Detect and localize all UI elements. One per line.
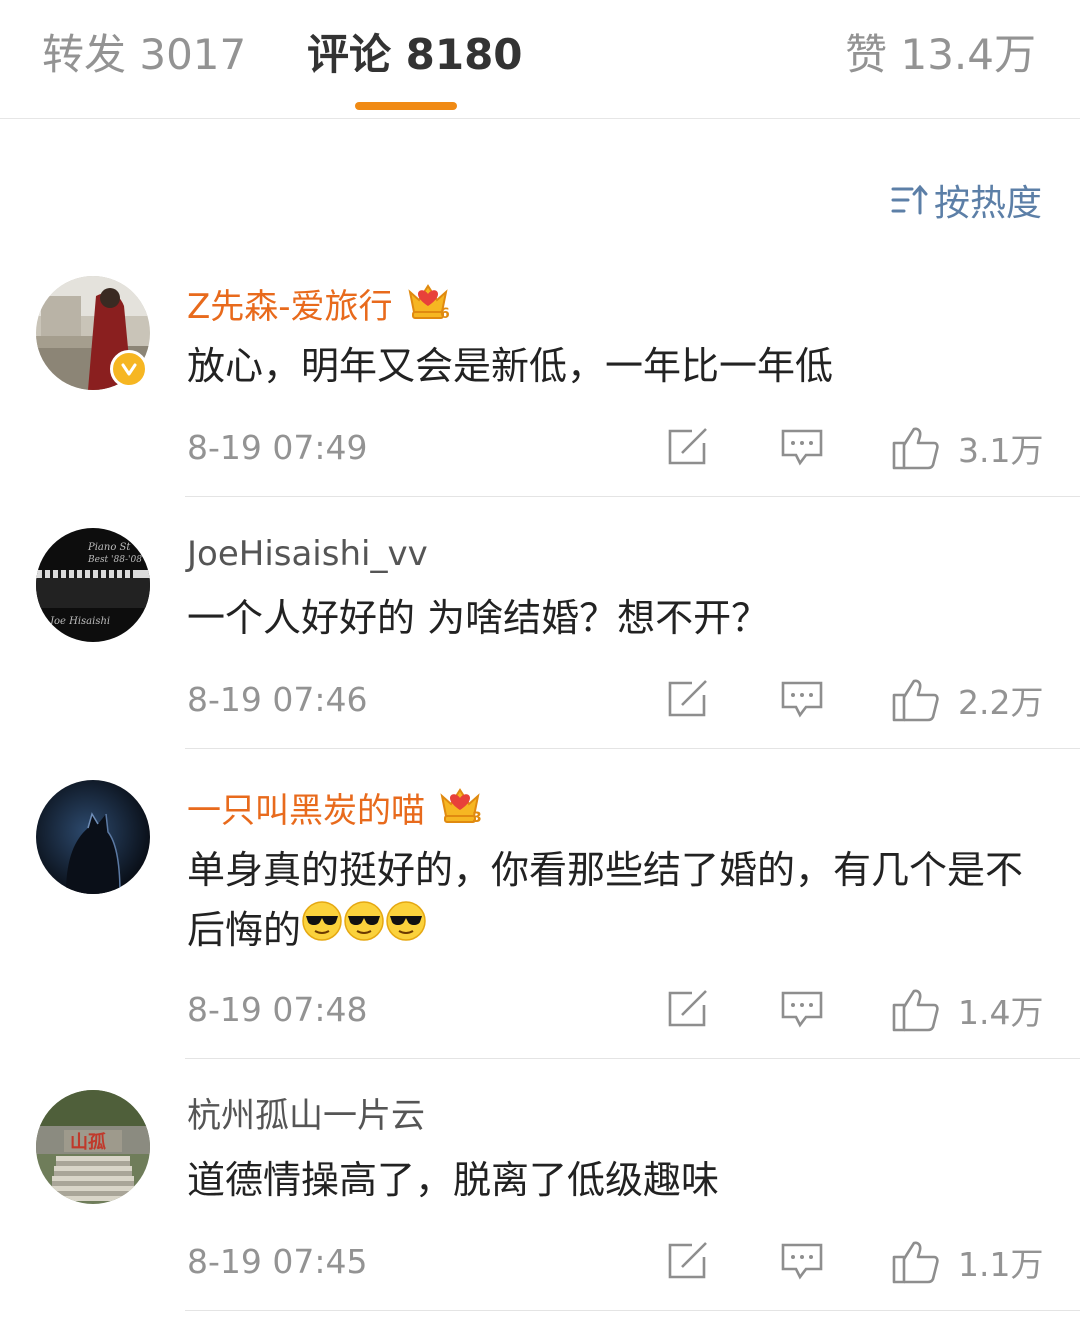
reply-button[interactable] [780, 989, 824, 1029]
edit-icon [668, 1242, 707, 1279]
username-text: JoeHisaishi_vv [187, 534, 428, 574]
comment-icon [781, 1243, 823, 1280]
vip-crown-icon[interactable]: 6 [405, 278, 451, 335]
username-text: 杭州孤山一片云 [187, 1096, 425, 1136]
repost-button[interactable] [666, 679, 710, 719]
like-button[interactable]: 2.2万 [892, 676, 1043, 724]
verified-badge [110, 350, 148, 388]
avatar[interactable]: 山孤 [36, 1090, 150, 1204]
comment-item: 山孤 杭州孤山一片云 道德情操高了，脱离了低级趣味 8-19 07:45 1.1… [0, 1086, 1080, 1312]
comment-item: Piano St Best '88-'08 Joe Hisaishi JoeHi… [0, 524, 1080, 750]
divider [185, 748, 1080, 749]
like-button[interactable]: 1.4万 [892, 986, 1043, 1034]
thumbs-up-icon [892, 427, 939, 470]
username[interactable]: 杭州孤山一片云 [187, 1094, 425, 1138]
reply-button[interactable] [780, 679, 824, 719]
comment-icon [781, 991, 823, 1028]
like-count: 2.2万 [958, 683, 1044, 722]
tab-forward[interactable]: 转发 3017 [42, 28, 246, 82]
username-text: 一只叫黑炭的喵 [187, 790, 425, 831]
username[interactable]: 一只叫黑炭的喵 3 [187, 782, 483, 839]
comment-time: 8-19 07:45 [187, 1242, 368, 1281]
comment-time: 8-19 07:48 [187, 990, 368, 1029]
divider [185, 1310, 1080, 1311]
sunglasses-emoji-icon [301, 899, 343, 959]
comment-icon [781, 429, 823, 466]
edit-icon [668, 990, 707, 1027]
username[interactable]: JoeHisaishi_vv [187, 532, 428, 576]
repost-button[interactable] [666, 427, 710, 467]
comment-text: 单身真的挺好的，你看那些结了婚的，有几个是不后悔的 [187, 840, 1032, 960]
avatar[interactable] [36, 780, 150, 894]
svg-text:山孤: 山孤 [70, 1131, 106, 1153]
svg-text:3: 3 [472, 810, 482, 826]
tab-comments[interactable]: 评论 8180 [307, 28, 523, 82]
comment-text: 一个人好好的 为啥结婚？想不开？ [187, 596, 770, 640]
like-count: 3.1万 [958, 431, 1044, 470]
vip-crown-icon[interactable]: 3 [437, 782, 483, 839]
edit-icon [668, 680, 707, 717]
sort-label: 按热度 [933, 183, 1042, 224]
edit-icon [668, 428, 707, 465]
tab-likes[interactable]: 赞 13.4万 [845, 28, 1036, 82]
sunglasses-emoji-icon [385, 899, 427, 959]
svg-text:Best '88-'08: Best '88-'08 [87, 555, 142, 565]
like-count: 1.1万 [958, 1245, 1044, 1284]
sort-icon [891, 184, 928, 215]
like-count: 1.4万 [958, 993, 1044, 1032]
comment-item: 一只叫黑炭的喵 3 单身真的挺好的，你看那些结了婚的，有几个是不后悔的 8-19… [0, 776, 1080, 1060]
like-button[interactable]: 3.1万 [892, 424, 1043, 472]
reply-button[interactable] [780, 427, 824, 467]
comment-text: 道德情操高了，脱离了低级趣味 [187, 1158, 720, 1202]
comment-icon [781, 681, 823, 718]
verified-check-icon [121, 363, 137, 376]
active-tab-indicator [355, 102, 457, 110]
avatar[interactable]: Piano St Best '88-'08 Joe Hisaishi [36, 528, 150, 642]
divider [185, 1058, 1080, 1059]
svg-text:6: 6 [440, 306, 450, 322]
svg-text:Joe Hisaishi: Joe Hisaishi [48, 616, 110, 627]
thumbs-up-icon [892, 1241, 939, 1284]
repost-button[interactable] [666, 989, 710, 1029]
comment-text: 放心，明年又会是新低，一年比一年低 [187, 344, 834, 388]
repost-button[interactable] [666, 1241, 710, 1281]
thumbs-up-icon [892, 679, 939, 722]
divider [185, 496, 1080, 497]
comment-item: Z先森-爱旅行 6 放心，明年又会是新低，一年比一年低 8-19 07:49 3… [0, 272, 1080, 498]
tab-bar: 转发 3017 评论 8180 赞 13.4万 [0, 0, 1080, 119]
comment-time: 8-19 07:49 [187, 428, 368, 467]
sort-button[interactable]: 按热度 [890, 176, 1042, 224]
sunglasses-emoji-icon [343, 899, 385, 959]
username-text: Z先森-爱旅行 [187, 286, 393, 327]
svg-text:Piano St: Piano St [87, 542, 131, 553]
comment-time: 8-19 07:46 [187, 680, 368, 719]
thumbs-up-icon [892, 989, 939, 1032]
username[interactable]: Z先森-爱旅行 6 [187, 278, 451, 335]
reply-button[interactable] [780, 1241, 824, 1281]
like-button[interactable]: 1.1万 [892, 1238, 1043, 1286]
